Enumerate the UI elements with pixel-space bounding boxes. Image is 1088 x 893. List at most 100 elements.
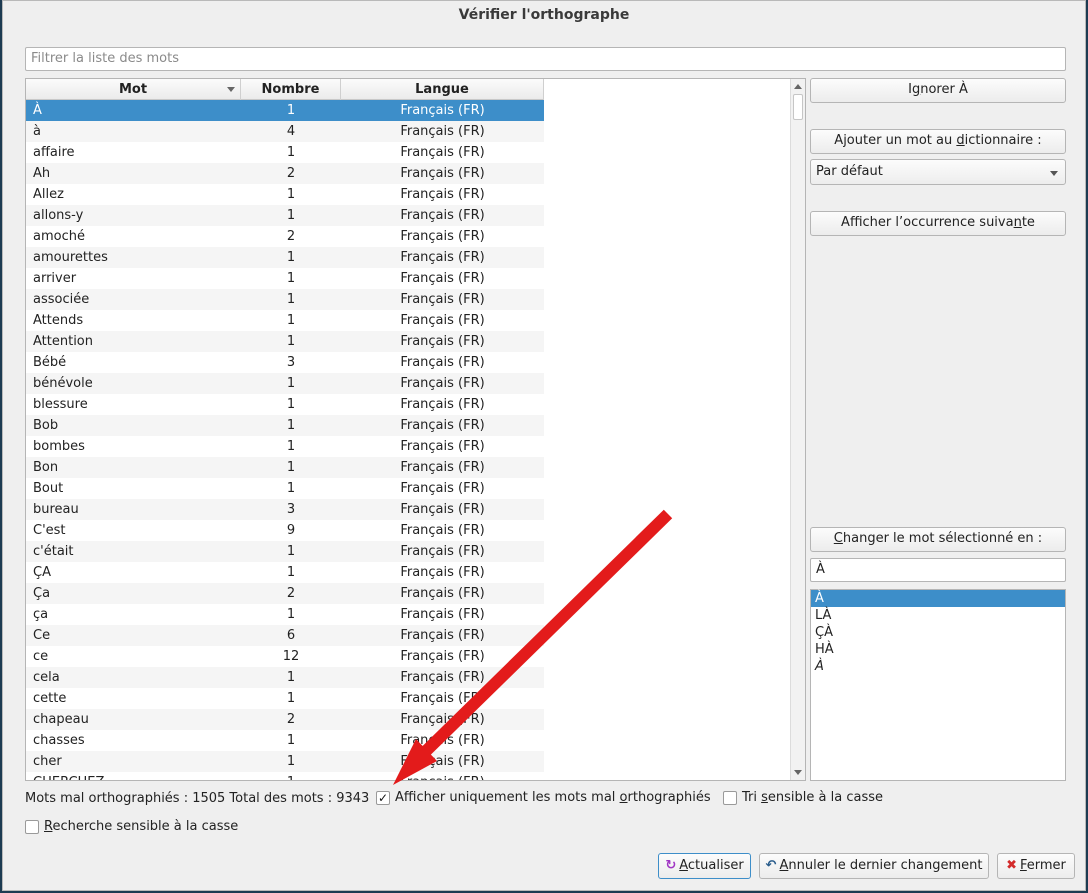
case-sort-checkbox[interactable] [723, 791, 737, 805]
table-row[interactable]: amoché 2 Français (FR) [26, 226, 544, 247]
scroll-thumb[interactable] [793, 94, 803, 120]
table-row[interactable]: Allez 1 Français (FR) [26, 184, 544, 205]
cell-langue: Français (FR) [400, 586, 485, 601]
case-search-checkbox[interactable] [25, 820, 39, 834]
suggestion-item[interactable]: À [811, 658, 1065, 675]
only-misspelled-checkbox[interactable]: ✓ [376, 791, 390, 805]
table-row[interactable]: Bébé 3 Français (FR) [26, 352, 544, 373]
cell-nombre: 1 [286, 334, 296, 349]
table-row[interactable]: À 1 Français (FR) [26, 100, 544, 121]
cell-mot: à [33, 124, 41, 139]
cell-mot: c'était [33, 544, 74, 559]
cell-langue: Français (FR) [400, 229, 485, 244]
ignore-button[interactable]: Ignorer À [810, 78, 1066, 103]
table-row[interactable]: ce 12 Français (FR) [26, 646, 544, 667]
table-row[interactable]: Attention 1 Français (FR) [26, 331, 544, 352]
table-row[interactable]: Ce 6 Français (FR) [26, 625, 544, 646]
replacement-input[interactable]: À [810, 558, 1066, 582]
table-scrollbar[interactable] [790, 79, 805, 780]
table-row[interactable]: amourettes 1 Français (FR) [26, 247, 544, 268]
refresh-button[interactable]: ↻ Actualiser [658, 853, 751, 879]
cell-mot: chasses [33, 733, 85, 748]
cell-nombre: 1 [286, 754, 296, 769]
cell-nombre: 1 [286, 271, 296, 286]
cell-langue: Français (FR) [400, 292, 485, 307]
table-row[interactable]: Attends 1 Français (FR) [26, 310, 544, 331]
cell-mot: cela [33, 670, 60, 685]
table-row[interactable]: bureau 3 Français (FR) [26, 499, 544, 520]
table-row[interactable]: Ça 2 Français (FR) [26, 583, 544, 604]
cell-mot: Bout [33, 481, 64, 496]
word-table: Mot Nombre Langue À 1 Français (FR) à 4 Franç… [25, 78, 806, 781]
table-row[interactable]: bombes 1 Français (FR) [26, 436, 544, 457]
dictionary-select[interactable]: Par défaut [810, 159, 1066, 185]
spellcheck-dialog: Vérifier l'orthographe Filtrer la liste … [2, 0, 1086, 891]
cell-nombre: 1 [286, 607, 296, 622]
table-row[interactable]: Ah 2 Français (FR) [26, 163, 544, 184]
table-row[interactable]: ça 1 Français (FR) [26, 604, 544, 625]
cell-mot: amoché [33, 229, 85, 244]
cell-langue: Français (FR) [400, 187, 485, 202]
cell-mot: Allez [33, 187, 64, 202]
table-row[interactable]: Bob 1 Français (FR) [26, 415, 544, 436]
cell-mot: Bébé [33, 355, 67, 370]
cell-mot: Ce [33, 628, 51, 643]
cell-mot: bombes [33, 439, 85, 454]
table-row[interactable]: cette 1 Français (FR) [26, 688, 544, 709]
cell-mot: À [33, 103, 42, 118]
change-word-button[interactable]: Changer le mot sélectionné en : [810, 527, 1066, 552]
cell-nombre: 1 [286, 292, 296, 307]
add-to-dictionary-button[interactable]: Ajouter un mot au dictionnaire : [810, 129, 1066, 154]
only-misspelled-label[interactable]: Afficher uniquement les mots mal orthogr… [395, 789, 711, 807]
table-row[interactable]: Bout 1 Français (FR) [26, 478, 544, 499]
suggestion-item[interactable]: À [811, 590, 1065, 607]
undo-last-change-button[interactable]: ↶ Annuler le dernier changement [759, 853, 989, 879]
column-header-nombre[interactable]: Nombre [241, 79, 341, 100]
table-row[interactable]: affaire 1 Français (FR) [26, 142, 544, 163]
cell-langue: Français (FR) [400, 607, 485, 622]
cell-langue: Français (FR) [400, 313, 485, 328]
cell-langue: Français (FR) [400, 733, 485, 748]
suggestion-item[interactable]: ÇÀ [811, 624, 1065, 641]
table-row[interactable]: cher 1 Français (FR) [26, 751, 544, 772]
table-row[interactable]: associée 1 Français (FR) [26, 289, 544, 310]
window-title: Vérifier l'orthographe [458, 7, 630, 23]
table-row[interactable]: chapeau 2 Français (FR) [26, 709, 544, 730]
close-button[interactable]: ✖ Fermer [997, 853, 1075, 879]
suggestion-item[interactable]: LÀ [811, 607, 1065, 624]
chevron-down-icon [1050, 171, 1058, 176]
cell-mot: Ah [33, 166, 51, 181]
cell-langue: Français (FR) [400, 103, 485, 118]
cell-nombre: 1 [286, 208, 296, 223]
table-row[interactable]: Bon 1 Français (FR) [26, 457, 544, 478]
scroll-up-icon[interactable] [794, 84, 802, 89]
table-row[interactable]: chasses 1 Français (FR) [26, 730, 544, 751]
suggestion-item[interactable]: HÀ [811, 641, 1065, 658]
cell-langue: Français (FR) [400, 460, 485, 475]
table-row[interactable]: allons-y 1 Français (FR) [26, 205, 544, 226]
filter-input[interactable]: Filtrer la liste des mots [25, 47, 1066, 71]
cell-langue: Français (FR) [400, 712, 485, 727]
table-row[interactable]: bénévole 1 Français (FR) [26, 373, 544, 394]
table-row[interactable]: à 4 Français (FR) [26, 121, 544, 142]
cell-langue: Français (FR) [400, 628, 485, 643]
table-row[interactable]: blessure 1 Français (FR) [26, 394, 544, 415]
table-row[interactable]: c'était 1 Français (FR) [26, 541, 544, 562]
cell-nombre: 1 [286, 670, 296, 685]
cell-langue: Français (FR) [400, 334, 485, 349]
case-sort-label[interactable]: Tri sensible à la casse [742, 789, 883, 807]
cell-langue: Français (FR) [400, 145, 485, 160]
cell-langue: Français (FR) [400, 754, 485, 769]
case-search-label[interactable]: Recherche sensible à la casse [44, 818, 238, 836]
show-next-occurrence-button[interactable]: Afficher l’occurrence suivante [810, 211, 1066, 236]
cell-langue: Français (FR) [400, 208, 485, 223]
column-header-langue[interactable]: Langue [341, 79, 544, 100]
cell-langue: Français (FR) [400, 502, 485, 517]
table-row[interactable]: CHERCHEZ1Français (FR) [26, 772, 544, 780]
table-row[interactable]: C'est 9 Français (FR) [26, 520, 544, 541]
table-row[interactable]: cela 1 Français (FR) [26, 667, 544, 688]
column-header-mot[interactable]: Mot [26, 79, 241, 100]
scroll-down-icon[interactable] [794, 770, 802, 775]
table-row[interactable]: arriver 1 Français (FR) [26, 268, 544, 289]
table-row[interactable]: ÇA 1 Français (FR) [26, 562, 544, 583]
